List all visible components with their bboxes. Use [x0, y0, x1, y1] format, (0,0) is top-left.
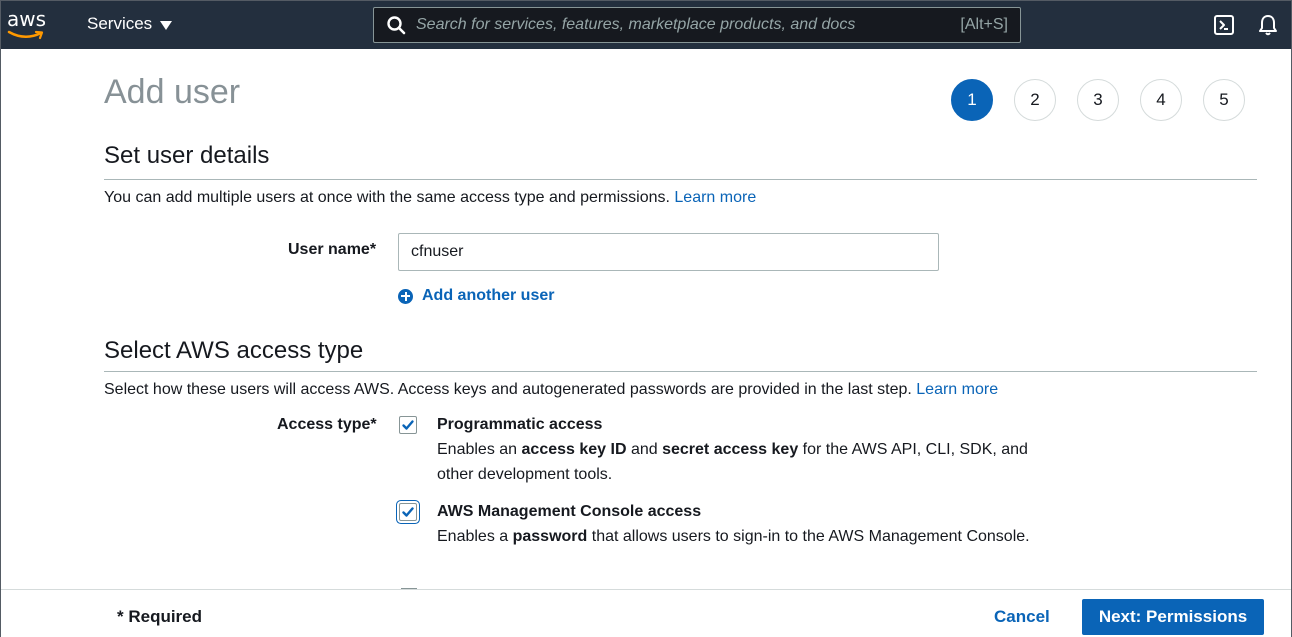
- search-icon: [387, 16, 406, 35]
- desc-text: that allows users to sign-in to the AWS …: [587, 528, 1030, 545]
- access-type-label: Access type*: [277, 416, 377, 433]
- programmatic-access-checkbox[interactable]: [399, 416, 417, 434]
- step-1[interactable]: 1: [951, 79, 993, 121]
- user-details-description: You can add multiple users at once with …: [104, 189, 756, 207]
- desc-text: Enables an: [437, 441, 522, 458]
- checkmark-icon: [402, 507, 414, 517]
- step-2[interactable]: 2: [1014, 79, 1056, 121]
- cloudshell-icon[interactable]: [1212, 13, 1236, 37]
- search-shortcut-hint: [Alt+S]: [960, 16, 1008, 33]
- access-type-heading: Select AWS access type: [104, 337, 364, 364]
- aws-smile-icon: [7, 30, 44, 40]
- services-label: Services: [87, 14, 153, 33]
- add-another-user-label: Add another user: [422, 287, 555, 304]
- console-access-checkbox[interactable]: [399, 503, 417, 521]
- aws-logo[interactable]: aws: [7, 7, 49, 43]
- user-details-heading: Set user details: [104, 142, 270, 169]
- username-input[interactable]: [398, 233, 939, 271]
- access-type-description: Select how these users will access AWS. …: [104, 381, 998, 399]
- desc-bold: password: [512, 528, 588, 545]
- search-input[interactable]: [416, 16, 961, 34]
- step-5[interactable]: 5: [1203, 79, 1245, 121]
- top-navigation-bar: aws Services [Alt+S]: [1, 1, 1291, 49]
- step-3[interactable]: 3: [1077, 79, 1119, 121]
- desc-text: Enables a: [437, 528, 513, 545]
- services-menu[interactable]: Services: [87, 14, 173, 34]
- section-divider: [104, 371, 1257, 372]
- desc-bold: secret access key: [662, 441, 799, 458]
- required-note: * Required: [117, 607, 203, 626]
- username-label: User name*: [288, 241, 377, 258]
- programmatic-access-title: Programmatic access: [437, 416, 603, 433]
- add-another-user-button[interactable]: Add another user: [398, 287, 554, 305]
- console-access-description: Enables a password that allows users to …: [437, 524, 1077, 549]
- cancel-button[interactable]: Cancel: [994, 607, 1050, 627]
- next-permissions-button[interactable]: Next: Permissions: [1082, 599, 1264, 635]
- wizard-footer: * Required Cancel Next: Permissions: [1, 589, 1291, 637]
- bell-icon[interactable]: [1256, 13, 1280, 37]
- global-search[interactable]: [Alt+S]: [373, 7, 1021, 43]
- programmatic-access-description: Enables an access key ID and secret acce…: [437, 437, 1067, 487]
- wizard-steps: 1 2 3 4 5: [951, 79, 1245, 121]
- user-details-text: You can add multiple users at once with …: [104, 189, 670, 206]
- plus-circle-icon: [398, 288, 413, 304]
- access-type-text: Select how these users will access AWS. …: [104, 381, 912, 398]
- desc-text: and: [626, 441, 663, 458]
- aws-logo-text: aws: [7, 7, 47, 31]
- page-title: Add user: [104, 73, 241, 111]
- desc-bold: access key ID: [521, 441, 627, 458]
- caret-down-icon: [160, 20, 173, 30]
- section-divider: [104, 179, 1257, 180]
- console-access-title: AWS Management Console access: [437, 503, 702, 520]
- learn-more-link[interactable]: Learn more: [674, 189, 756, 206]
- checkmark-icon: [402, 420, 414, 430]
- step-4[interactable]: 4: [1140, 79, 1182, 121]
- learn-more-link[interactable]: Learn more: [916, 381, 998, 398]
